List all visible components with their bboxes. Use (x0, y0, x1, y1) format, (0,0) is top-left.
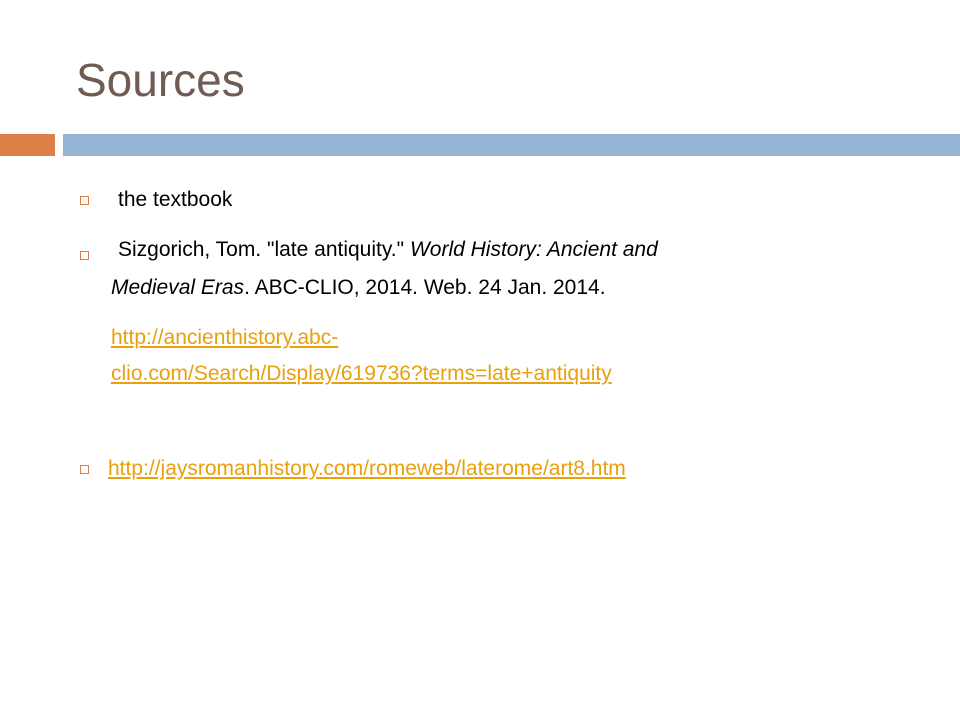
citation-link-cont[interactable]: clio.com/Search/Display/619736?terms=lat… (111, 362, 612, 385)
slide-title: Sources (76, 54, 245, 106)
bullet-square-icon (80, 465, 89, 474)
citation-link-line-2[interactable]: clio.com/Search/Display/619736?terms=lat… (111, 360, 612, 388)
accent-bar-orange (0, 134, 55, 156)
bullet-text: the textbook (118, 188, 233, 211)
citation-publisher-date: . ABC-CLIO, 2014. Web. 24 Jan. 2014. (244, 276, 606, 299)
roman-history-link[interactable]: http://jaysromanhistory.com/romeweb/late… (108, 457, 626, 480)
citation-publication-italic-cont: Medieval Eras (111, 276, 245, 299)
bullet-square-icon (80, 196, 89, 205)
citation-line-2: Medieval Eras. ABC-CLIO, 2014. Web. 24 J… (111, 274, 606, 302)
accent-bar-blue (63, 134, 960, 156)
citation-publication-italic: World History: Ancient and (409, 238, 658, 261)
citation-link[interactable]: http://ancienthistory.abc- (111, 326, 338, 349)
citation-line-1: Sizgorich, Tom. "late antiquity." World … (118, 236, 658, 264)
citation-link-line-1[interactable]: http://ancienthistory.abc- (111, 324, 338, 352)
bullet-square-icon (80, 251, 89, 260)
bullet-item-link[interactable]: http://jaysromanhistory.com/romeweb/late… (108, 455, 626, 483)
bullet-item-textbook: the textbook (118, 186, 232, 214)
citation-author-title: Sizgorich, Tom. "late antiquity." (118, 238, 405, 261)
